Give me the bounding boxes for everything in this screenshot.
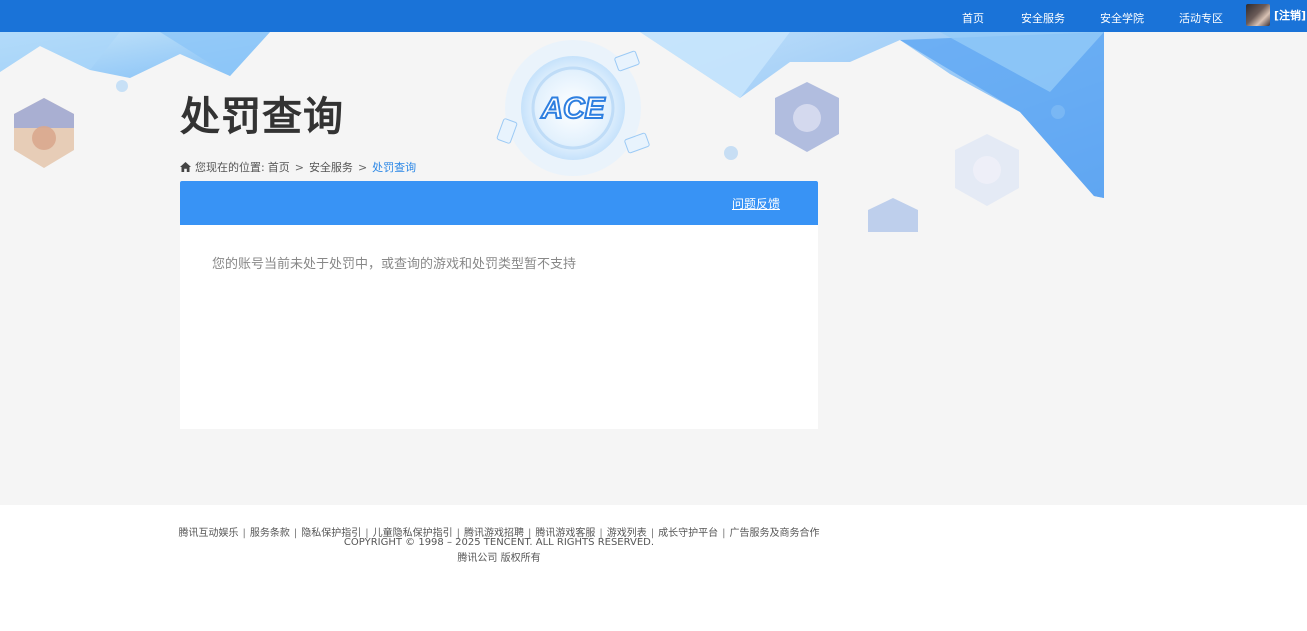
page-title: 处罚查询 xyxy=(180,94,344,140)
breadcrumb-security-services-link[interactable]: 安全服务 xyxy=(309,159,353,175)
query-result-message: 您的账号当前未处于处罚中，或查询的游戏和处罚类型暂不支持 xyxy=(212,257,577,272)
breadcrumb: 您现在的位置: 首页 > 安全服务 > 处罚查询 xyxy=(180,159,416,175)
nav-security-academy-link[interactable]: 安全学院 xyxy=(1100,0,1144,32)
breadcrumb-prefix: 您现在的位置: xyxy=(195,161,265,174)
top-nav-bar: 首页 安全服务 安全学院 活动专区 [注销] xyxy=(0,0,1307,32)
penalty-query-panel: 问题反馈 您的账号当前未处于处罚中，或查询的游戏和处罚类型暂不支持 xyxy=(180,181,818,429)
breadcrumb-separator: > xyxy=(357,160,368,174)
nav-security-services-link[interactable]: 安全服务 xyxy=(1021,0,1065,32)
company-text: 腾讯公司 版权所有 xyxy=(457,553,541,564)
ace-logo: ACE xyxy=(540,92,605,125)
home-icon xyxy=(180,162,191,172)
nav-events-link[interactable]: 活动专区 xyxy=(1179,0,1223,32)
nav-home-link[interactable]: 首页 xyxy=(962,0,984,32)
footer: 腾讯互动娱乐 | 服务条款 | 隐私保护指引 | 儿童隐私保护指引 | 腾讯游戏招聘 | 腾讯游戏客… xyxy=(0,505,1307,631)
user-avatar[interactable] xyxy=(1246,4,1270,26)
breadcrumb-home-link[interactable]: 首页 xyxy=(268,159,290,175)
feedback-link[interactable]: 问题反馈 xyxy=(732,195,780,212)
panel-header: 问题反馈 xyxy=(180,181,818,225)
breadcrumb-separator: > xyxy=(294,160,304,174)
copyright-text: COPYRIGHT © 1998 – 2025 TENCENT. ALL RIG… xyxy=(343,537,655,548)
breadcrumb-current: 处罚查询 xyxy=(372,161,417,174)
logout-link[interactable]: [注销] xyxy=(1274,0,1306,32)
